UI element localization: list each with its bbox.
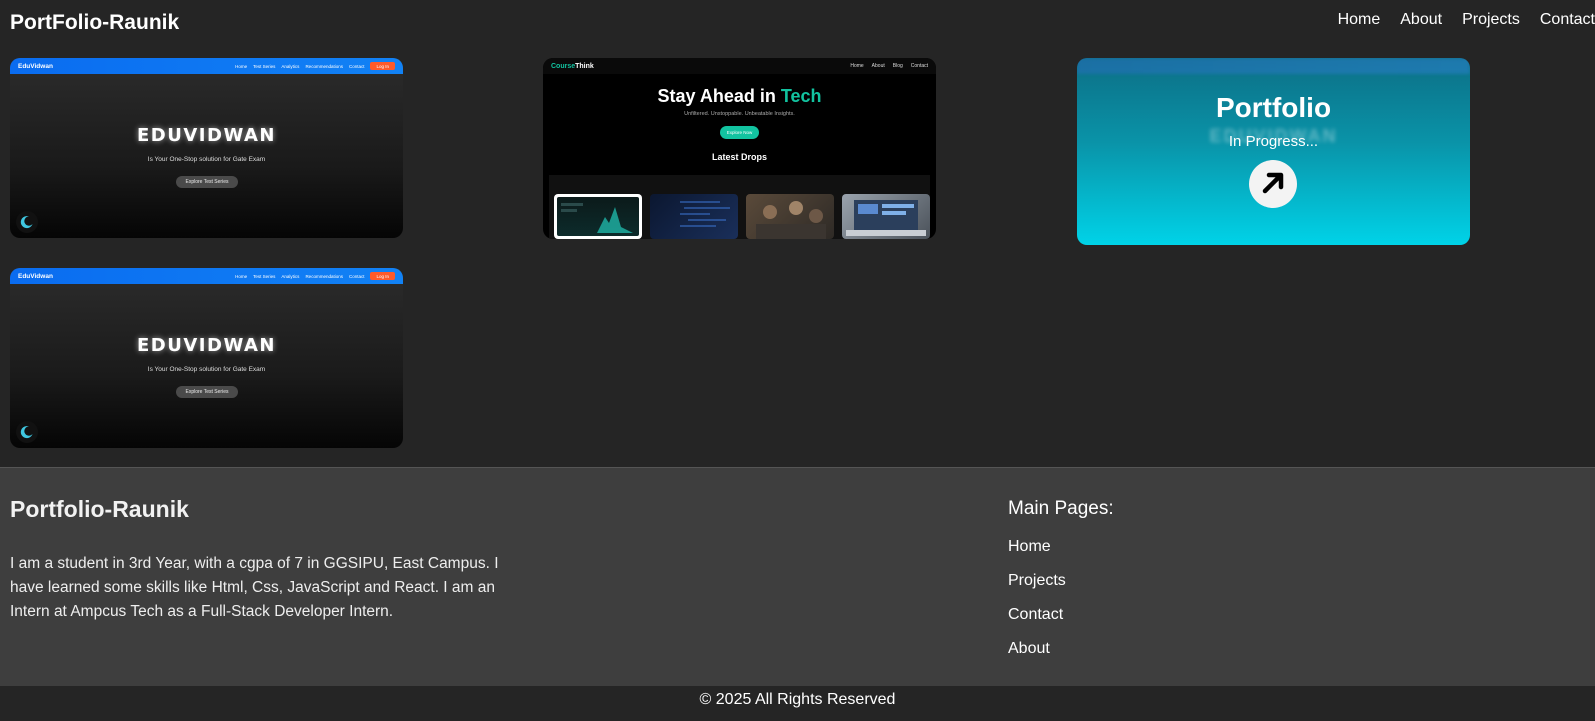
nav-link-about[interactable]: About bbox=[1400, 11, 1442, 29]
thumbnail-code-image bbox=[650, 194, 738, 239]
moon-icon bbox=[16, 421, 38, 443]
preview-hero-subtitle: Is Your One-Stop solution for Gate Exam bbox=[147, 156, 266, 163]
footer-links-heading: Main Pages: bbox=[1008, 498, 1114, 519]
preview-hero-title: EDUVIDWAN bbox=[137, 335, 276, 356]
preview-menu-item: Analytics bbox=[281, 63, 300, 69]
preview-headline: Stay Ahead in Tech bbox=[543, 86, 936, 107]
preview-menu-item: Contact bbox=[348, 273, 365, 279]
preview-menu: Home About Blog Contact bbox=[850, 63, 928, 69]
nav-link-contact[interactable]: Contact bbox=[1540, 11, 1595, 29]
preview-navbar: Course Think Home About Blog Contact bbox=[543, 58, 936, 74]
copyright-text: © 2025 All Rights Reserved bbox=[0, 686, 1595, 721]
preview-menu-item: Test Series bbox=[253, 63, 276, 69]
preview-headline-text: Stay Ahead in bbox=[657, 86, 781, 106]
preview-tagline: Unfiltered. Unstoppable. Unbeatable Insi… bbox=[684, 111, 795, 117]
nav-links: Home About Projects Contact bbox=[1338, 11, 1595, 29]
card-overlay-title: Portfolio bbox=[1215, 92, 1332, 123]
preview-logo-part1: Course bbox=[551, 62, 576, 70]
preview-menu-item: Recommendations bbox=[305, 273, 343, 279]
footer-brand: Portfolio-Raunik bbox=[10, 496, 189, 522]
preview-explore-button: Explore Test Series bbox=[176, 386, 238, 398]
site-footer: Portfolio-Raunik I am a student in 3rd Y… bbox=[0, 467, 1595, 686]
preview-navbar: EduVidwan Home Test Series Analytics Rec… bbox=[10, 58, 403, 74]
footer-link-projects[interactable]: Projects bbox=[1008, 572, 1066, 592]
card-overlay-subtitle: In Progress... bbox=[1228, 133, 1319, 150]
project-card-eduvidwan-2[interactable]: EduVidwan Home Test Series Analytics Rec… bbox=[10, 268, 403, 448]
site-brand[interactable]: PortFolio-Raunik bbox=[10, 11, 179, 35]
footer-link-home[interactable]: Home bbox=[1008, 538, 1066, 558]
thumbnail-team-image bbox=[746, 194, 834, 239]
preview-menu-item: Test Series bbox=[253, 273, 276, 279]
thumbnail-laptop-image bbox=[842, 194, 930, 239]
preview-menu-item: About bbox=[871, 63, 885, 69]
thumbnail-dashboard-image bbox=[554, 194, 642, 239]
preview-login-button: Log In bbox=[370, 272, 395, 280]
project-card-portfolio[interactable]: EDUVIDWAN Portfolio In Progress... bbox=[1077, 58, 1470, 245]
preview-logo-part2: Think bbox=[575, 62, 594, 70]
preview-login-button: Log In bbox=[370, 62, 395, 70]
arrow-up-right-icon bbox=[1258, 167, 1288, 202]
preview-menu-item: Analytics bbox=[281, 273, 300, 279]
footer-link-contact[interactable]: Contact bbox=[1008, 606, 1066, 626]
open-project-button[interactable] bbox=[1249, 160, 1297, 208]
footer-about-text: I am a student in 3rd Year, with a cgpa … bbox=[10, 555, 499, 620]
preview-menu-item: Home bbox=[850, 63, 864, 69]
preview-menu: Home Test Series Analytics Recommendatio… bbox=[235, 62, 395, 70]
preview-hero-subtitle: Is Your One-Stop solution for Gate Exam bbox=[147, 366, 266, 373]
nav-link-home[interactable]: Home bbox=[1338, 11, 1381, 29]
preview-logo: EduVidwan bbox=[18, 272, 53, 280]
preview-headline-accent: Tech bbox=[780, 86, 822, 106]
preview-menu-item: Recommendations bbox=[305, 63, 343, 69]
preview-menu: Home Test Series Analytics Recommendatio… bbox=[235, 272, 395, 280]
preview-menu-item: Contact bbox=[910, 63, 928, 69]
project-card-coursethink[interactable]: Course Think Home About Blog Contact Sta… bbox=[543, 58, 936, 239]
footer-links: Home Projects Contact About bbox=[1008, 538, 1066, 660]
preview-menu-item: Contact bbox=[348, 63, 365, 69]
preview-logo: EduVidwan bbox=[18, 62, 53, 70]
preview-navbar: EduVidwan Home Test Series Analytics Rec… bbox=[10, 268, 403, 284]
preview-hero-title: EDUVIDWAN bbox=[137, 125, 276, 146]
preview-menu-item: Blog bbox=[892, 63, 903, 69]
nav-link-projects[interactable]: Projects bbox=[1462, 11, 1520, 29]
footer-link-about[interactable]: About bbox=[1008, 640, 1066, 660]
preview-menu-item: Home bbox=[235, 63, 248, 69]
top-navbar: PortFolio-Raunik Home About Projects Con… bbox=[0, 0, 1595, 48]
moon-icon bbox=[16, 211, 38, 233]
preview-menu-item: Home bbox=[235, 273, 248, 279]
preview-explore-button: Explore Now bbox=[720, 126, 759, 139]
preview-navbar-blurred bbox=[1077, 58, 1470, 74]
preview-section-title: Latest Drops bbox=[711, 152, 767, 162]
project-card-eduvidwan[interactable]: EduVidwan Home Test Series Analytics Rec… bbox=[10, 58, 403, 238]
preview-explore-button: Explore Test Series bbox=[176, 176, 238, 188]
